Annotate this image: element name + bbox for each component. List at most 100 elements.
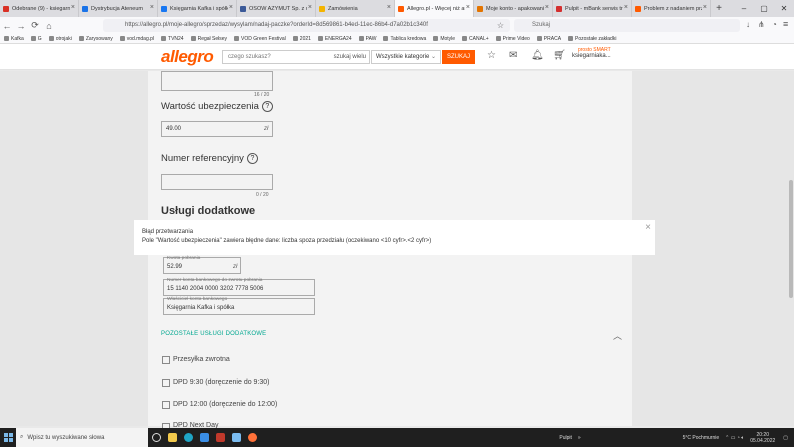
browser-tab[interactable]: Odebrane (9) - ksiegarnia.k×: [0, 0, 79, 17]
file-explorer-icon[interactable]: [164, 428, 180, 447]
bookmark-item[interactable]: CANAL+: [462, 36, 489, 42]
close-icon[interactable]: ×: [645, 222, 651, 233]
account-owner-value: Księgarnia Kafka i spółka: [167, 305, 235, 311]
edge-icon[interactable]: [180, 428, 196, 447]
chevron-up-icon[interactable]: ︿: [613, 329, 622, 342]
notifications-icon[interactable]: ▢: [783, 435, 788, 441]
help-icon[interactable]: ?: [261, 101, 273, 112]
downloads-icon[interactable]: ↓: [746, 20, 750, 29]
bookmark-item[interactable]: PRACA: [536, 36, 561, 42]
reload-icon[interactable]: ⟳: [28, 20, 42, 31]
bookmark-item[interactable]: VOD Green Festival: [234, 36, 286, 42]
clock[interactable]: 20:20 05.04.2022: [750, 432, 775, 444]
bookmark-item[interactable]: G: [30, 36, 42, 42]
browser-tab[interactable]: Allegro.pl - Więcej niż aukc×: [395, 0, 474, 17]
tab-close-icon[interactable]: ×: [150, 4, 154, 11]
paint-icon[interactable]: [228, 428, 244, 447]
browser-tab[interactable]: Pulpit - mBank serwis trans×: [553, 0, 632, 17]
cod-amount-value: 52.99: [167, 264, 183, 270]
bookmark-item[interactable]: vod.mdag.pl: [119, 36, 154, 42]
new-tab-button[interactable]: +: [711, 0, 727, 17]
taskbar-search-placeholder: Wpisz tu wyszukiwane słowa: [27, 434, 105, 441]
bookmark-label: 2021: [299, 35, 311, 42]
browser-tab[interactable]: Dystrybucja Ateneum ×: [79, 0, 158, 17]
taskbar-search-input[interactable]: ⌕ Wpisz tu wyszukiwane słowa: [16, 428, 148, 447]
bookmark-item[interactable]: Zarysowany: [78, 36, 113, 42]
tab-close-icon[interactable]: ×: [466, 4, 470, 11]
reference-counter: 0 / 20: [256, 192, 269, 198]
home-icon[interactable]: ⌂: [42, 21, 56, 31]
bookmark-item[interactable]: PAW: [358, 36, 376, 42]
app-icon[interactable]: [212, 428, 228, 447]
bookmark-item[interactable]: otrojaki: [48, 36, 72, 42]
bookmark-item[interactable]: Motyle: [433, 36, 455, 42]
weather-widget[interactable]: 5°C Pochmurnie: [683, 435, 719, 441]
close-window-icon[interactable]: ✕: [774, 0, 794, 17]
notifications-bell-icon[interactable]: 🔔︎: [531, 50, 544, 61]
url-text: https://allegro.pl/moje-allegro/sprzedaz…: [125, 22, 428, 28]
browser-tab[interactable]: Księgarnia Kafka i spółka ×: [158, 0, 237, 17]
allegro-logo[interactable]: allegro: [161, 47, 214, 67]
menu-icon[interactable]: ≡: [783, 19, 788, 29]
tray-chevron-icon[interactable]: »: [578, 435, 581, 441]
tray-icons[interactable]: ⌃ ▭ ◔ 🔈︎: [725, 435, 744, 441]
tab-close-icon[interactable]: ×: [545, 4, 549, 11]
tab-close-icon[interactable]: ×: [229, 4, 233, 11]
extensions-icon[interactable]: ⋔: [758, 20, 765, 29]
favorites-star-icon[interactable]: ☆: [487, 50, 496, 61]
dpd-1200-checkbox[interactable]: [162, 401, 170, 409]
dpd-930-checkbox[interactable]: [162, 379, 170, 387]
bookmark-item[interactable]: Tablica kredowa: [383, 36, 426, 42]
category-select[interactable]: Wszystkie kategorie ⌄: [371, 50, 441, 64]
tab-close-icon[interactable]: ×: [71, 4, 75, 11]
bookmark-item[interactable]: Prime Video: [495, 35, 530, 42]
bookmark-item[interactable]: Regał Sełsey: [190, 36, 227, 42]
tab-close-icon[interactable]: ×: [703, 4, 707, 11]
other-services-toggle[interactable]: POZOSTAŁE USŁUGI DODATKOWE: [161, 331, 266, 337]
allegro-search-button[interactable]: SZUKAJ: [442, 50, 475, 64]
cart-icon[interactable]: 🛒︎: [553, 50, 566, 61]
error-dialog: Błąd przetwarzania Pole "Wartość ubezpie…: [134, 220, 655, 255]
return-shipment-checkbox[interactable]: [162, 356, 170, 364]
help-icon[interactable]: ?: [246, 153, 258, 164]
url-bar[interactable]: https://allegro.pl/moje-allegro/sprzedaz…: [103, 19, 510, 32]
tab-label: Problem z nadaniem przes: [644, 5, 702, 12]
store-icon[interactable]: [196, 428, 212, 447]
maximize-icon[interactable]: ▢: [754, 0, 774, 17]
task-view-icon[interactable]: [148, 428, 164, 447]
back-icon[interactable]: ←: [0, 21, 14, 31]
allegro-search-input[interactable]: czego szukasz? szukaj wielu: [222, 50, 370, 64]
tab-close-icon[interactable]: ×: [624, 4, 628, 11]
browser-tab[interactable]: Zamówienia ×: [316, 0, 395, 17]
bookmark-label: Prime Video: [502, 35, 530, 42]
reference-heading: Numer referencyjny?: [161, 153, 258, 164]
bookmarks-bar: Kafka Gotrojaki Zarysowany vod.mdag.pl TVN24…: [0, 34, 794, 44]
firefox-icon[interactable]: [244, 428, 260, 447]
tab-favicon-icon: [398, 5, 404, 12]
firefox-account-icon[interactable]: ◔: [772, 20, 777, 29]
insurance-unit: zł: [264, 126, 269, 132]
bookmark-favicon-icon: [4, 36, 9, 41]
tab-close-icon[interactable]: ×: [308, 4, 312, 11]
bookmark-item[interactable]: ENERGA24: [317, 36, 352, 42]
browser-tab[interactable]: Moje konto - apakowanie.pl×: [474, 0, 553, 17]
forward-icon[interactable]: →: [14, 21, 28, 31]
bookmark-item[interactable]: 2021: [292, 35, 311, 42]
pulpit-label[interactable]: Pulpit: [559, 435, 572, 441]
user-menu[interactable]: prosto SMART ksiegarniaka...: [572, 47, 611, 59]
browser-tab[interactable]: OSOW AZYMUT Sp. z o.o.×: [237, 0, 316, 17]
messages-icon[interactable]: ✉: [509, 50, 517, 61]
tab-close-icon[interactable]: ×: [387, 4, 391, 11]
search-scope[interactable]: szukaj wielu: [334, 51, 366, 63]
bookmark-item[interactable]: TVN24: [161, 36, 184, 42]
bookmark-star-icon[interactable]: ☆: [497, 19, 504, 32]
bookmark-item[interactable]: Pozostałe zakładki: [568, 36, 616, 42]
minimize-icon[interactable]: –: [734, 0, 754, 17]
windows-start-button[interactable]: [0, 428, 16, 447]
description-textarea[interactable]: [161, 71, 273, 91]
bookmark-item[interactable]: Kafka: [4, 36, 24, 42]
reference-number-input[interactable]: [161, 174, 273, 190]
scrollbar-thumb[interactable]: [789, 180, 793, 298]
browser-tab[interactable]: Problem z nadaniem przes×: [632, 0, 711, 17]
browser-search-input[interactable]: Szukaj: [514, 19, 740, 32]
